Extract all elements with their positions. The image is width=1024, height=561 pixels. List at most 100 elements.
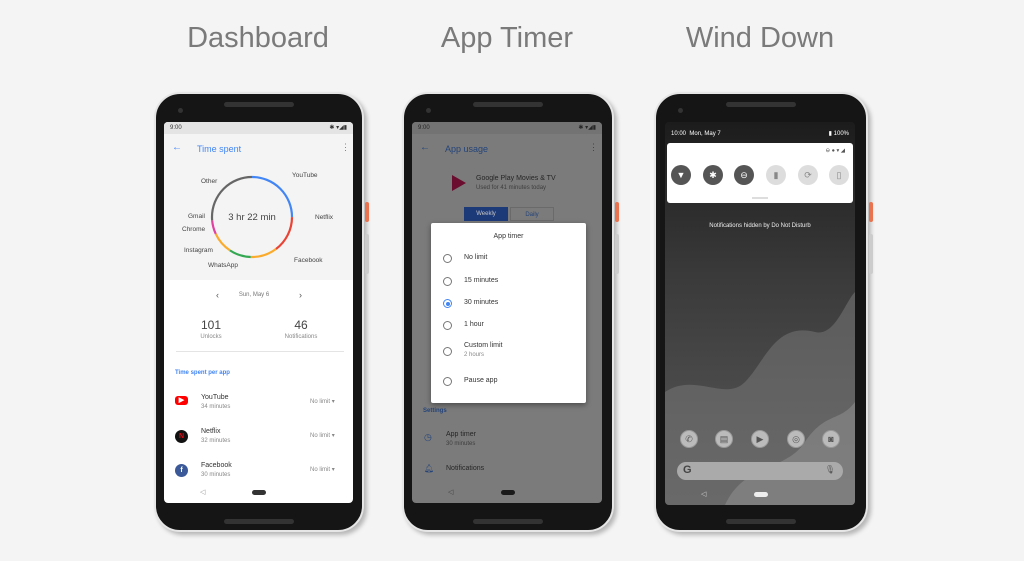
netflix-icon: N [175,430,188,443]
nav-back-icon[interactable]: ◁ [701,490,706,498]
settings-heading: Settings [423,408,447,414]
app-time: 34 minutes [201,404,231,410]
radio-unselected[interactable] [443,347,452,356]
status-time: 9:00 [170,125,182,131]
battery-level: 100% [833,131,849,137]
limit-dropdown[interactable]: No limit ▾ [310,466,335,473]
status-time: 9:00 [418,125,430,131]
title-app-timer: App Timer [440,22,574,54]
play-movies-icon [452,175,466,191]
camera-icon[interactable]: ◙ [822,430,840,448]
setting-app-timer[interactable]: App timer [446,431,476,438]
chrome-icon[interactable]: ◎ [787,430,805,448]
youtube-icon: ▶ [175,396,188,405]
battery-saver-icon[interactable]: ▯ [829,165,849,185]
limit-value: No limit [310,433,331,439]
notifications-count: 46 [294,318,308,332]
status-bar: 10:00 Mon, May 7 ▮ 100% [665,128,855,140]
radio-unselected[interactable] [443,377,452,386]
radio-unselected[interactable] [443,277,452,286]
app-time: 32 minutes [201,438,231,444]
app-time: 30 minutes [201,472,231,478]
mic-icon[interactable]: 🎙︎ [825,465,835,474]
setting-app-timer-value: 30 minutes [446,441,476,447]
notifications-label: Notifications [284,334,318,340]
setting-notifications[interactable]: Notifications [446,465,484,472]
dnd-message: Notifications hidden by Do Not Disturb [709,223,811,229]
label-instagram: Instagram [184,247,213,254]
nav-back-icon[interactable]: ◁ [448,488,453,496]
option-label: 15 minutes [464,277,499,284]
dashboard-screen: 9:00 ✱ ▾◢▮ ← Time spent ⋮ 3 hr 22 min Oth… [164,122,353,503]
label-other: Other [201,178,218,185]
page-title: Time spent [197,144,242,154]
more-options-icon[interactable]: ⋮ [589,142,598,153]
status-time: 10:00 [671,131,687,137]
dropdown-arrow-icon: ▾ [331,467,335,473]
nav-home-button[interactable] [754,492,768,497]
back-arrow-icon[interactable]: ← [420,142,430,153]
wind-down-screen: 10:00 Mon, May 7 ▮ 100% ⊖ ● ▾ ◢ ▼ ✱ ⊖ ▮ ⟳ ▯ No… [665,122,855,505]
nav-home-button[interactable] [501,490,515,495]
timer-icon: ◷ [424,432,432,442]
page-title: App usage [445,144,489,154]
limit-value: No limit [310,467,331,473]
more-options-icon[interactable]: ⋮ [341,142,350,153]
limit-dropdown[interactable]: No limit ▾ [310,398,335,405]
title-wind-down: Wind Down [685,22,835,54]
status-icons: ✱ ▾◢▮ [329,125,347,131]
limit-dropdown[interactable]: No limit ▾ [310,432,335,439]
unlocks-count: 101 [200,318,222,332]
battery-icon: ▮ [828,131,832,137]
app-timer-screen[interactable]: 9:00 ✱ ▾◢▮ ← App usage ⋮ Google Play Movi… [412,122,602,503]
option-label: 30 minutes [464,299,499,306]
label-whatsapp: WhatsApp [208,262,238,269]
facebook-icon: f [175,464,188,477]
phone-app-icon[interactable]: ✆ [680,430,698,448]
divider [176,351,344,352]
bluetooth-icon[interactable]: ✱ [703,165,723,185]
dialog-title: App timer [493,233,524,240]
back-arrow-icon[interactable]: ← [172,142,182,153]
limit-value: No limit [310,399,331,405]
status-icons: ✱ ▾◢▮ [578,125,596,131]
label-chrome: Chrome [182,226,206,233]
status-bar: 9:00 ✱ ▾◢▮ [164,122,353,134]
label-facebook: Facebook [294,257,323,264]
dropdown-arrow-icon: ▾ [331,433,335,439]
date-label: Sun, May 6 [238,292,270,298]
google-logo: G [683,464,692,476]
app-name: Netflix [201,428,221,435]
status-icons: ⊖ ● ▾ ◢ [825,148,845,154]
bell-icon: 🔔︎ [424,464,435,473]
status-bar: 9:00 ✱ ▾◢▮ [412,122,602,134]
next-day-icon[interactable]: › [299,290,302,300]
search-bar[interactable]: G 🎙︎ [677,462,843,480]
option-label: 1 hour [464,321,484,328]
label-gmail: Gmail [188,213,205,220]
app-timer-dialog: App timer No limit 15 minutes 30 minutes… [431,223,586,403]
total-time: 3 hr 22 min [228,212,276,223]
unlocks-label: Unlocks [200,334,222,340]
option-label: Custom limit [464,342,503,349]
wifi-icon[interactable]: ▼ [671,165,691,185]
flashlight-icon[interactable]: ▮ [766,165,786,185]
radio-unselected[interactable] [443,254,452,263]
radio-unselected[interactable] [443,321,452,330]
panel-handle[interactable] [752,197,768,199]
title-dashboard: Dashboard [187,22,329,54]
tab-weekly[interactable]: Weekly [464,207,508,221]
nav-back-icon[interactable]: ◁ [200,488,205,496]
auto-rotate-icon[interactable]: ⟳ [798,165,818,185]
label-netflix: Netflix [315,214,334,221]
radio-selected[interactable] [443,299,452,308]
play-store-icon[interactable]: ▶ [751,430,769,448]
app-name: Facebook [201,462,232,469]
do-not-disturb-icon[interactable]: ⊖ [734,165,754,185]
nav-home-button[interactable] [252,490,266,495]
option-label: Pause app [464,377,498,384]
previous-day-icon[interactable]: ‹ [216,290,219,300]
label-youtube: YouTube [292,172,318,179]
messages-app-icon[interactable]: ▤ [715,430,733,448]
tab-daily[interactable]: Daily [510,207,554,221]
